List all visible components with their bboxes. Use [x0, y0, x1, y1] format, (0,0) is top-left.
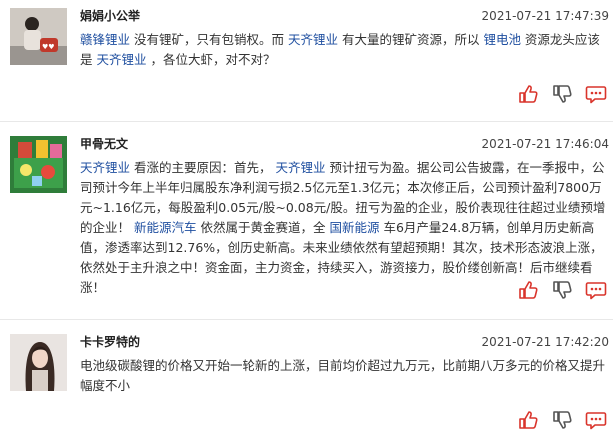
comment-feed: ♥♥ 娟娟小公举 2021-07-21 17:47:39 赣锋锂业 没有锂矿，只… — [0, 0, 613, 434]
timestamp: 2021-07-21 17:47:39 — [481, 9, 609, 23]
stock-tag[interactable]: 天齐锂业 — [288, 32, 338, 47]
post-content: 电池级碳酸锂的价格又开始一轮新的上涨，目前均价超过九万元，比前期八万多元的价格又… — [80, 356, 608, 396]
post-actions — [517, 279, 607, 301]
comment-icon — [585, 412, 607, 430]
username[interactable]: 甲骨无文 — [80, 136, 128, 152]
thumbs-down-icon — [553, 85, 572, 103]
stock-tag[interactable]: 天齐锂业 — [275, 160, 325, 175]
stock-tag[interactable]: 新能源汽车 — [134, 220, 197, 235]
post-content: 天齐锂业 看涨的主要原因：首先， 天齐锂业 预计扭亏为盈。据公司公告披露，在一季… — [80, 158, 608, 298]
like-button[interactable] — [517, 409, 539, 431]
post-text: 有大量的锂矿资源，所以 — [337, 32, 484, 47]
timestamp: 2021-07-21 17:46:04 — [481, 137, 609, 151]
post-actions — [517, 83, 607, 105]
avatar[interactable] — [10, 334, 67, 391]
timestamp: 2021-07-21 17:42:20 — [481, 335, 609, 349]
divider — [0, 121, 613, 122]
thumbs-up-icon — [519, 85, 538, 103]
comment-button[interactable] — [585, 83, 607, 105]
post-actions — [517, 409, 607, 431]
thumbs-down-icon — [553, 411, 572, 429]
post-text: 没有锂矿，只有包销权。而 — [130, 32, 288, 47]
thumbs-up-icon — [519, 281, 538, 299]
post-text: 电池级碳酸锂的价格又开始一轮新的上涨，目前均价超过九万元，比前期八万多元的价格又… — [80, 358, 606, 393]
comment-button[interactable] — [585, 409, 607, 431]
stock-tag[interactable]: 赣锋锂业 — [80, 32, 130, 47]
post-text: 依然属于黄金赛道，全 — [196, 220, 330, 235]
post-text: ，各位大虾，对不对？ — [146, 52, 276, 67]
post-text: 看涨的主要原因：首先， — [130, 160, 276, 175]
username[interactable]: 卡卡罗特的 — [80, 334, 140, 350]
comment-icon — [585, 282, 607, 300]
post-content: 赣锋锂业 没有锂矿，只有包销权。而 天齐锂业 有大量的锂矿资源，所以 锂电池 资… — [80, 30, 608, 70]
avatar[interactable]: ♥♥ — [10, 8, 67, 65]
dislike-button[interactable] — [551, 279, 573, 301]
stock-tag[interactable]: 锂电池 — [483, 32, 521, 47]
username[interactable]: 娟娟小公举 — [80, 8, 140, 24]
dislike-button[interactable] — [551, 409, 573, 431]
comment-icon — [585, 86, 607, 104]
divider — [0, 319, 613, 320]
comment-button[interactable] — [585, 279, 607, 301]
stock-tag[interactable]: 天齐锂业 — [80, 160, 130, 175]
avatar[interactable] — [10, 136, 67, 193]
stock-tag[interactable]: 国新能源 — [329, 220, 379, 235]
thumbs-up-icon — [519, 411, 538, 429]
svg-text:♥♥: ♥♥ — [42, 43, 55, 51]
like-button[interactable] — [517, 279, 539, 301]
stock-tag[interactable]: 天齐锂业 — [96, 52, 146, 67]
thumbs-down-icon — [553, 281, 572, 299]
dislike-button[interactable] — [551, 83, 573, 105]
like-button[interactable] — [517, 83, 539, 105]
